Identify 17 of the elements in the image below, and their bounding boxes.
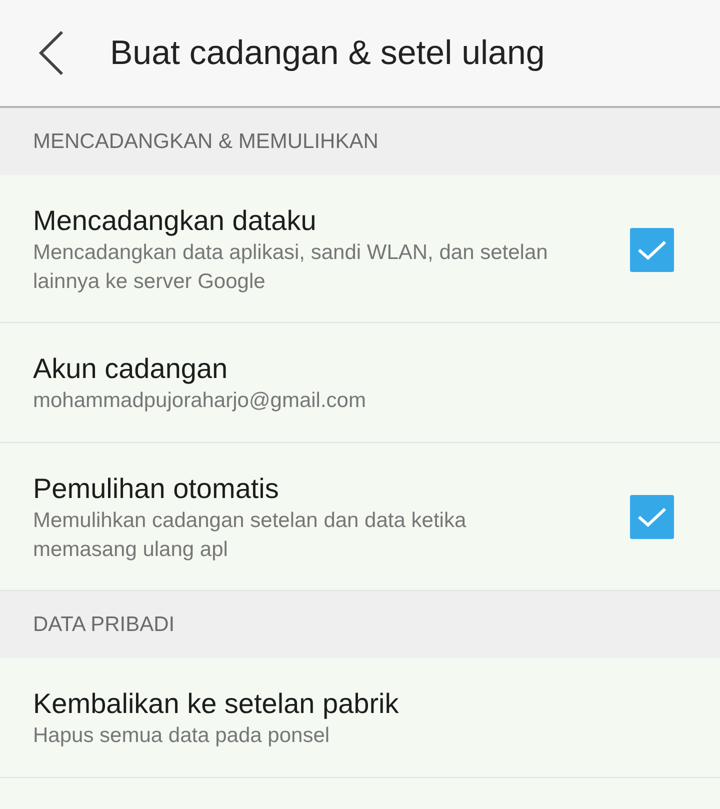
checkbox[interactable] bbox=[630, 495, 674, 540]
item-title: Kembalikan ke setelan pabrik bbox=[33, 686, 399, 721]
checkmark-icon bbox=[637, 506, 667, 528]
back-button[interactable] bbox=[38, 30, 64, 76]
section-header: MENCADANGKAN & MEMULIHKAN bbox=[0, 108, 720, 175]
item-subtitle: Mencadangkan data aplikasi, sandi WLAN, dan setelan lainnya ke server Google bbox=[33, 240, 549, 295]
back-icon bbox=[38, 30, 64, 76]
item-subtitle: Memulihkan cadangan setelan dan data ketika memasang ulang apl bbox=[33, 508, 468, 563]
checkmark-icon bbox=[637, 238, 667, 261]
checkbox[interactable] bbox=[630, 228, 674, 272]
screen-title: Buat cadangan & setel ulang bbox=[110, 32, 545, 74]
item-title: Pemulihan otomatis bbox=[33, 472, 280, 506]
item-title: Mencadangkan dataku bbox=[33, 204, 318, 238]
item-subtitle: mohammadpujoraharjo@gmail.com bbox=[33, 388, 366, 414]
item-title: Akun cadangan bbox=[33, 352, 229, 386]
item-subtitle: Hapus semua data pada ponsel bbox=[33, 723, 331, 750]
section-header: DATA PRIBADI bbox=[0, 590, 720, 658]
